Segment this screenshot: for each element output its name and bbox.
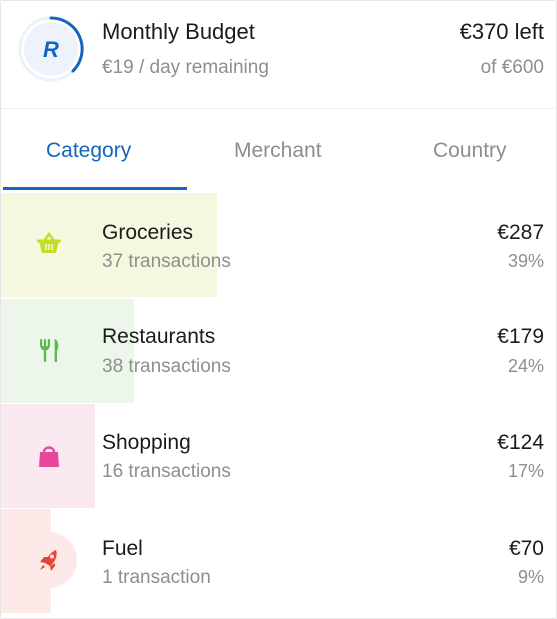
active-tab-indicator	[3, 187, 187, 190]
budget-header[interactable]: R Monthly Budget €19 / day remaining €37…	[1, 1, 556, 109]
list-item-fuel[interactable]: Fuel 1 transaction €70 9%	[1, 509, 556, 615]
basket-icon	[21, 216, 77, 272]
category-name: Groceries	[102, 221, 194, 244]
budget-progress-ring: R	[18, 16, 84, 82]
tab-merchant[interactable]: Merchant	[234, 139, 322, 163]
budget-title: Monthly Budget	[102, 19, 255, 44]
category-amount: €124	[497, 431, 544, 454]
list-item-groceries[interactable]: Groceries 37 transactions €287 39%	[1, 193, 556, 299]
tab-country[interactable]: Country	[433, 139, 507, 163]
budget-daily-remaining: €19 / day remaining	[102, 57, 269, 78]
shopping-bag-icon	[21, 428, 77, 484]
category-amount: €287	[497, 221, 544, 244]
tab-category[interactable]: Category	[46, 139, 131, 163]
category-percent: 39%	[507, 251, 544, 271]
transaction-count: 38 transactions	[102, 356, 231, 377]
budget-screen: R Monthly Budget €19 / day remaining €37…	[0, 0, 557, 619]
budget-amount-left: €370 left	[459, 19, 544, 44]
category-amount: €70	[508, 537, 544, 560]
category-name: Fuel	[102, 537, 143, 560]
category-percent: 24%	[507, 356, 544, 376]
transaction-count: 1 transaction	[102, 567, 211, 588]
brand-logo-letter: R	[43, 37, 59, 62]
category-name: Restaurants	[102, 325, 216, 348]
category-percent: 17%	[507, 461, 544, 481]
transaction-count: 16 transactions	[102, 461, 231, 482]
rocket-icon	[21, 532, 77, 588]
list-item-restaurants[interactable]: Restaurants 38 transactions €179 24%	[1, 299, 556, 405]
fork-knife-icon	[21, 322, 77, 378]
breakdown-tabs: Category Merchant Country	[1, 109, 556, 191]
category-name: Shopping	[102, 431, 191, 454]
category-percent: 9%	[517, 567, 544, 587]
transaction-count: 37 transactions	[102, 251, 231, 272]
list-item-shopping[interactable]: Shopping 16 transactions €124 17%	[1, 404, 556, 510]
budget-amount-total: of €600	[480, 57, 544, 78]
category-amount: €179	[497, 325, 544, 348]
